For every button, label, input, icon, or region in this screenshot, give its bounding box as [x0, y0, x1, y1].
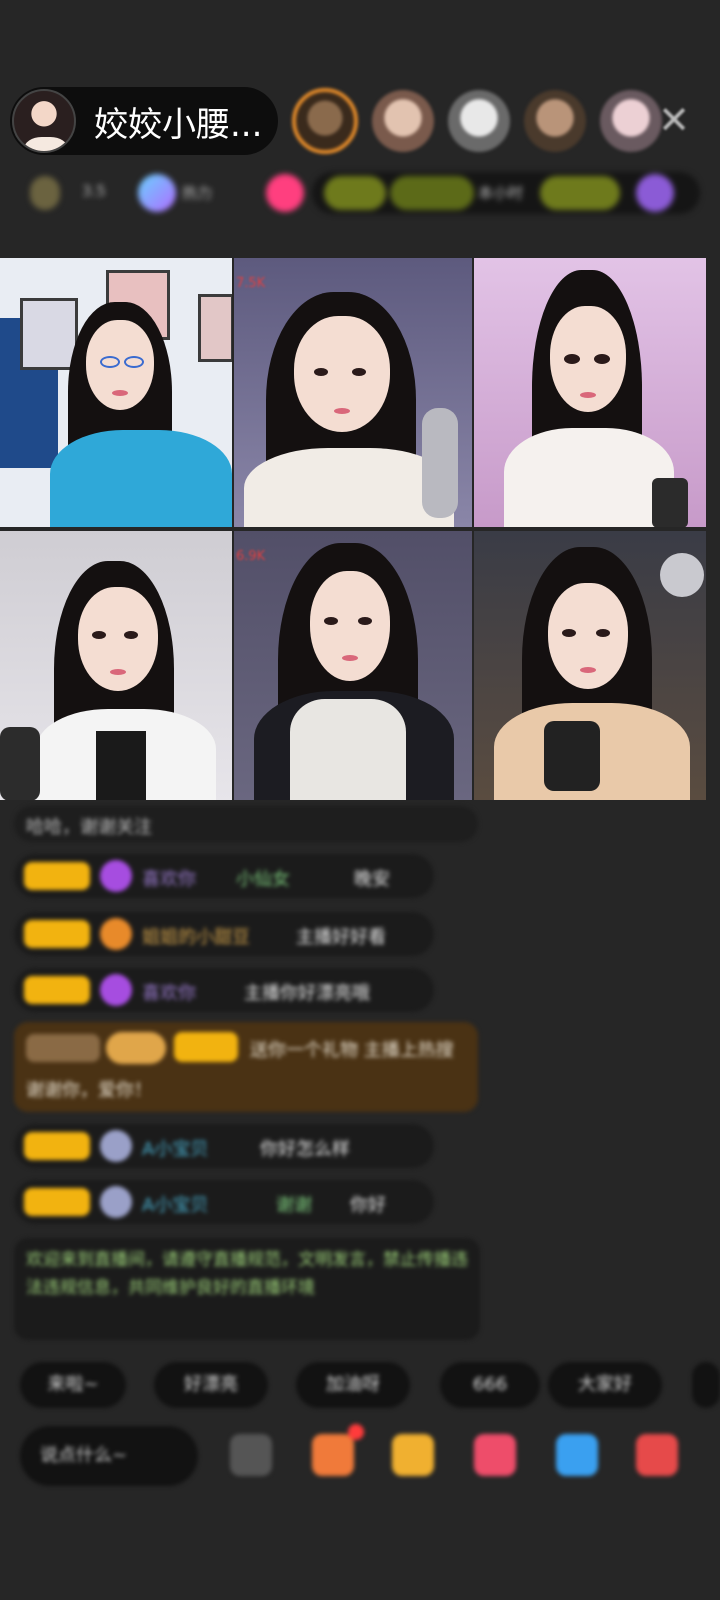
chat-message[interactable]: 喜欢你 小仙女 晚安	[14, 854, 434, 898]
chat-message[interactable]: 喜欢你 主播你好漂亮哦	[14, 968, 434, 1012]
user-avatar	[100, 1186, 132, 1218]
quick-reply-chip[interactable]: 来啦~	[20, 1362, 126, 1408]
close-icon[interactable]: ✕	[652, 98, 696, 142]
guest-video-tile[interactable]	[474, 258, 706, 527]
shop-icon[interactable]	[392, 1434, 434, 1476]
more-icon[interactable]	[636, 1434, 678, 1476]
gift-text: 送你一个礼物 主播上热搜	[250, 1040, 454, 1061]
rank-avatar	[636, 174, 674, 212]
chat-text: 主播你好漂亮哦	[244, 983, 370, 1004]
chat-username[interactable]: A小宝贝	[142, 1191, 208, 1217]
notification-dot	[348, 1424, 364, 1440]
popularity-tag: 6.9K	[236, 549, 266, 564]
chat-message[interactable]: A小宝贝 你好怎么样	[14, 1124, 434, 1168]
host-info-pill[interactable]: 姣姣小腰...	[10, 87, 278, 155]
guest-video-tile[interactable]	[0, 531, 232, 800]
viewer-avatar[interactable]	[524, 90, 586, 152]
level-chip[interactable]	[30, 176, 60, 210]
bottom-toolbar: 说点什么~	[0, 1420, 720, 1500]
guest-video-tile[interactable]: 6.9K	[234, 531, 472, 800]
chat-text: 主播好好看	[296, 927, 386, 948]
guest-video-tile[interactable]	[474, 531, 706, 800]
rank-chip	[390, 176, 474, 210]
noble-icon	[100, 918, 132, 950]
fan-badge	[24, 1188, 90, 1216]
system-notice: 欢迎来到直播间，请遵守直播规范，文明发言，禁止传播违法违规信息，共同维护良好的直…	[14, 1238, 480, 1340]
host-avatar[interactable]	[12, 89, 76, 153]
emoji-icon[interactable]	[230, 1434, 272, 1476]
rank-chip	[540, 176, 620, 210]
viewer-avatar-list	[292, 88, 662, 154]
message-icon[interactable]	[474, 1434, 516, 1476]
chat-text: 你好	[350, 1195, 386, 1216]
fan-badge	[24, 976, 90, 1004]
quick-reply-chip[interactable]: 好漂亮	[154, 1362, 268, 1408]
chat-text: 你好怎么样	[260, 1139, 350, 1160]
noble-badge	[24, 920, 90, 948]
chat-input[interactable]: 说点什么~	[20, 1426, 198, 1486]
quick-reply-chip[interactable]: 666	[440, 1362, 540, 1408]
chat-username-extra: 谢谢	[276, 1195, 312, 1216]
fan-badge	[24, 862, 90, 890]
chat-username[interactable]: 姐姐的小甜豆	[142, 923, 250, 949]
chat-username[interactable]: 喜欢你	[142, 865, 196, 891]
gift-box-icon[interactable]	[312, 1434, 354, 1476]
quick-reply-chip[interactable]	[692, 1362, 720, 1408]
fan-badge	[24, 1132, 90, 1160]
chat-text: 哈哈，谢谢关注	[26, 817, 152, 838]
rank-text: 本小时	[478, 184, 524, 202]
quick-reply-row: 来啦~ 好漂亮 加油呀 666 大家好	[20, 1362, 720, 1408]
viewer-avatar[interactable]	[292, 88, 358, 154]
guest-video-tile[interactable]	[0, 258, 232, 527]
gem-icon	[100, 974, 132, 1006]
chat-username[interactable]: A小宝贝	[142, 1135, 208, 1161]
host-name: 姣姣小腰...	[94, 104, 263, 145]
chat-message[interactable]: A小宝贝 谢谢 你好	[14, 1180, 434, 1224]
rank-chip	[324, 176, 386, 210]
user-avatar	[100, 1130, 132, 1162]
quick-reply-chip[interactable]: 大家好	[548, 1362, 662, 1408]
guest-video-tile[interactable]: 7.5K	[234, 258, 472, 527]
stat-text: 热力	[182, 184, 213, 202]
popularity-tag: 7.5K	[236, 276, 266, 291]
chat-message: 哈哈，谢谢关注	[14, 806, 478, 842]
stats-row: 3.5 热力 本小时	[20, 172, 700, 214]
rank-banner[interactable]: 本小时	[312, 172, 700, 214]
fans-club-icon[interactable]	[266, 174, 304, 212]
viewer-avatar[interactable]	[372, 90, 434, 152]
game-icon[interactable]	[556, 1434, 598, 1476]
gift-message[interactable]: 送你一个礼物 主播上热搜 谢谢你，爱你！	[14, 1022, 478, 1112]
chat-message[interactable]: 姐姐的小甜豆 主播好好看	[14, 912, 434, 956]
hot-icon	[138, 174, 176, 212]
multi-guest-video-grid: 7.5K 6.9K	[0, 258, 706, 800]
chat-text: 晚安	[354, 869, 390, 890]
quick-reply-chip[interactable]: 加油呀	[296, 1362, 410, 1408]
stat-text: 3.5	[82, 182, 106, 200]
chat-username[interactable]: 喜欢你	[142, 979, 196, 1005]
viewer-avatar[interactable]	[448, 90, 510, 152]
chat-username-extra: 小仙女	[236, 869, 290, 890]
gift-text: 谢谢你，爱你！	[26, 1080, 152, 1101]
gem-icon	[100, 860, 132, 892]
